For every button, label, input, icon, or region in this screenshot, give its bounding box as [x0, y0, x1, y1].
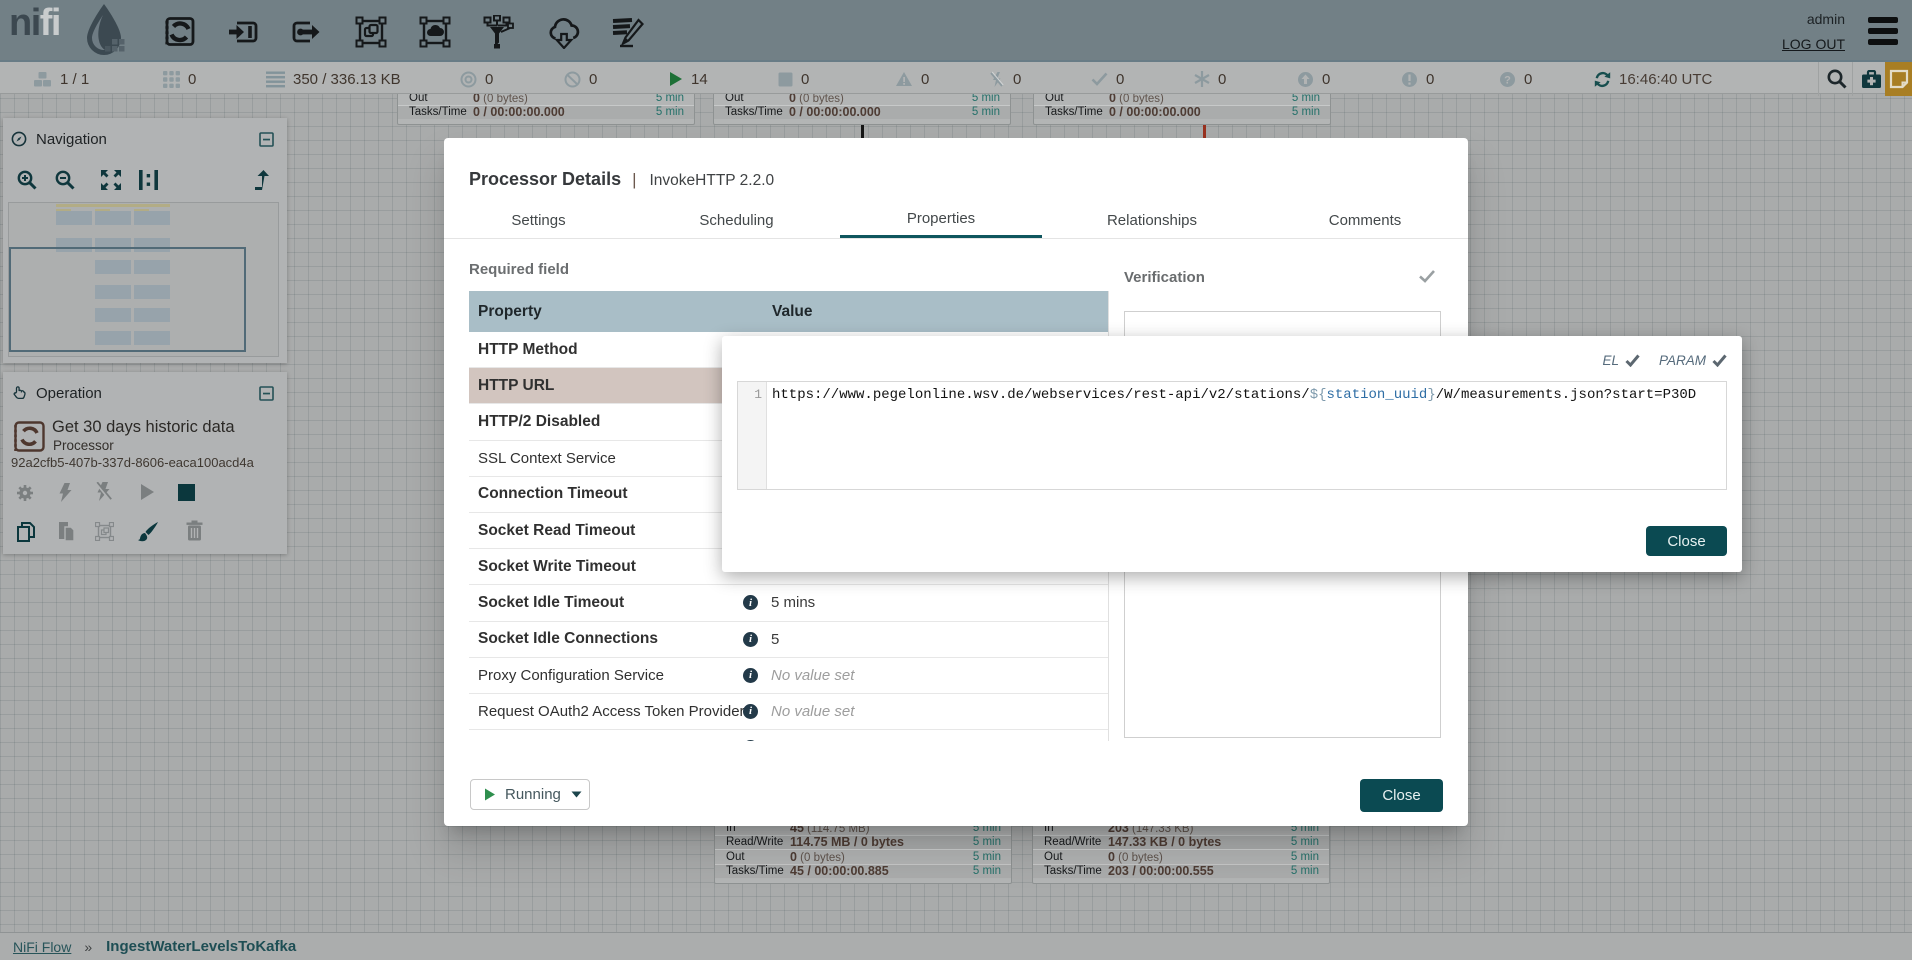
svg-text:?: ? [1504, 74, 1511, 86]
